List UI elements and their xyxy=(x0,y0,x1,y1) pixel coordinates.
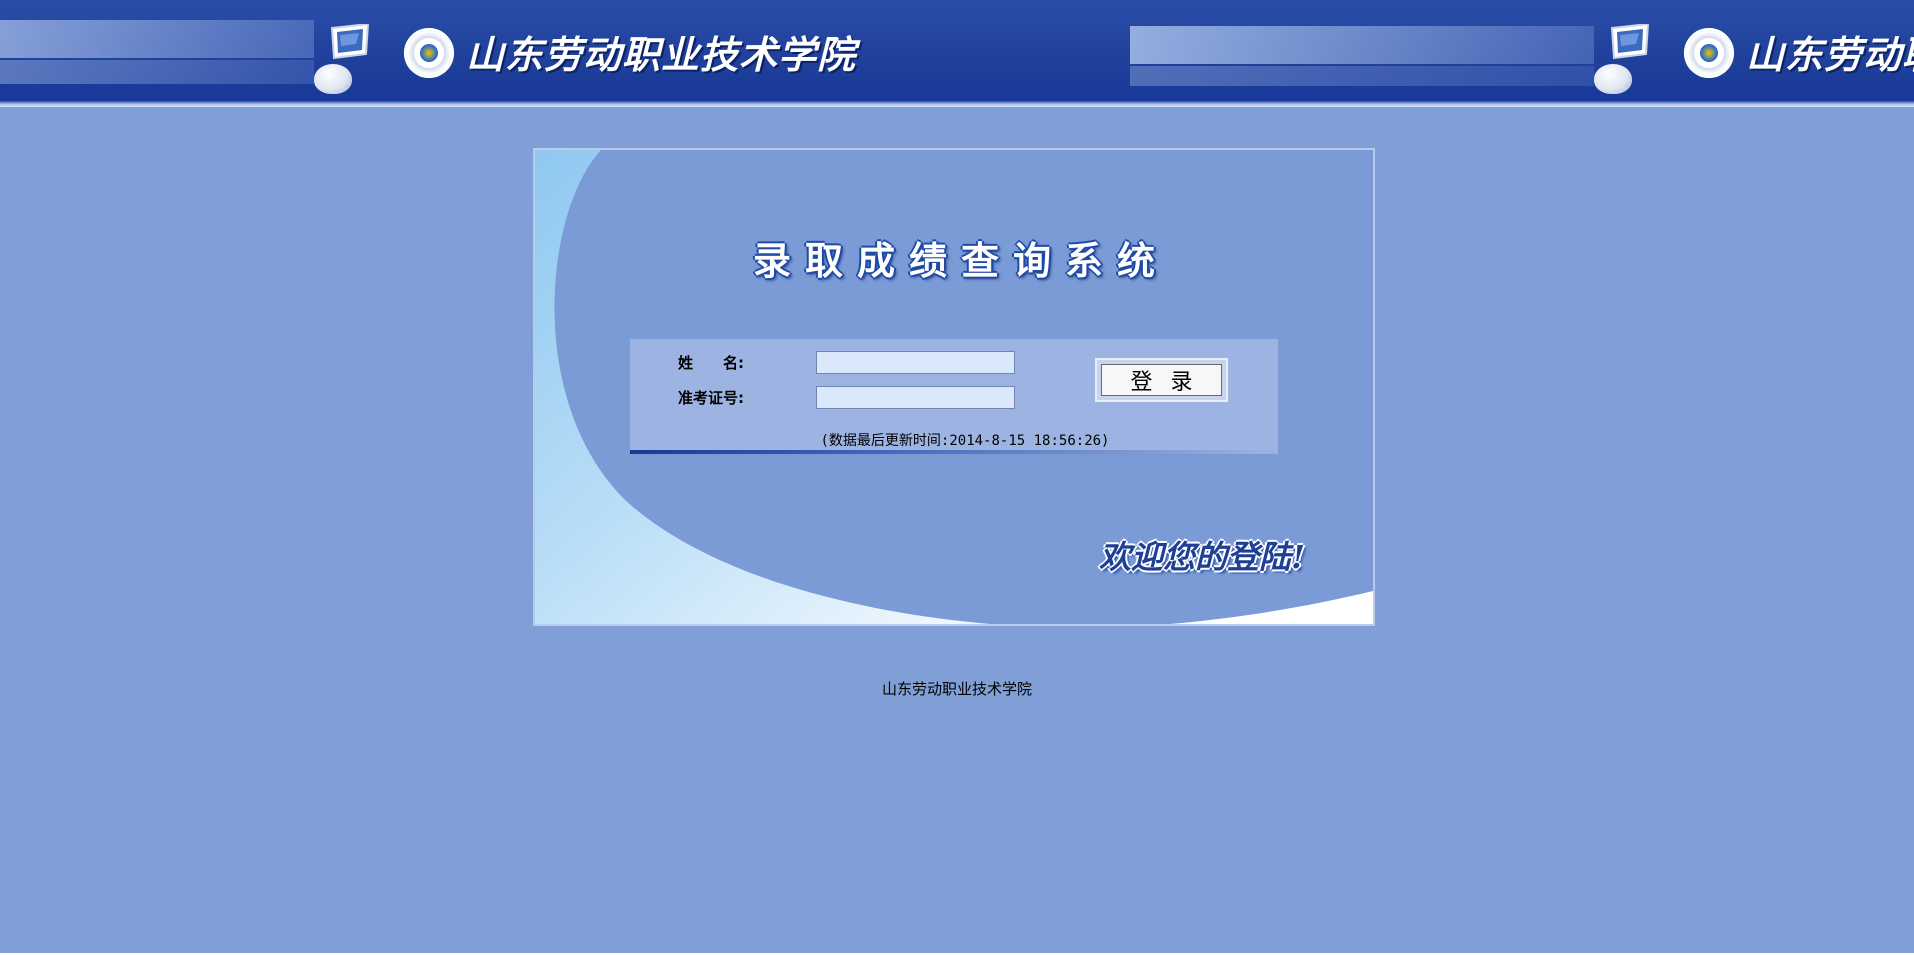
login-form: 姓 名: 准考证号: 登录 (数据最后更新时间:2014-8-15 18:56:… xyxy=(630,339,1278,454)
name-input[interactable] xyxy=(816,351,1015,374)
school-seal-icon xyxy=(404,28,454,78)
login-panel: 录取成绩查询系统 姓 名: 准考证号: 登录 (数据最后更新时间:2014-8-… xyxy=(533,148,1375,626)
banner-streak xyxy=(1130,66,1594,86)
exam-id-input[interactable] xyxy=(816,386,1015,409)
login-button-label: 登录 xyxy=(1101,364,1222,396)
banner-school-name: 山东劳动职业技术学院 xyxy=(1746,32,1914,77)
mouse-icon xyxy=(1594,64,1632,94)
banner-school-name: 山东劳动职业技术学院 xyxy=(466,32,857,77)
banner-underline xyxy=(0,101,1914,107)
welcome-message: 欢迎您的登陆! xyxy=(1099,538,1306,576)
banner-streak xyxy=(0,20,314,58)
banner-logo-group: 山东劳动职业技术学院 xyxy=(314,0,974,101)
exam-id-label: 准考证号: xyxy=(678,389,744,407)
footer-school-name: 山东劳动职业技术学院 xyxy=(881,680,1032,698)
data-update-time: (数据最后更新时间:2014-8-15 18:56:26) xyxy=(820,433,1110,449)
banner-logo-group-repeat: 山东劳动职业技术学院 xyxy=(1594,0,1914,101)
system-title: 录取成绩查询系统 xyxy=(752,239,1169,283)
form-bottom-line xyxy=(630,450,1278,454)
banner-streak xyxy=(0,60,314,84)
school-seal-icon xyxy=(1684,28,1734,78)
header-banner: 山东劳动职业技术学院 山东劳动职业技术学院 xyxy=(0,0,1914,107)
banner-streak xyxy=(1130,26,1594,64)
login-button[interactable]: 登录 xyxy=(1095,358,1228,402)
mouse-icon xyxy=(314,64,352,94)
name-label: 姓 名: xyxy=(678,354,744,372)
